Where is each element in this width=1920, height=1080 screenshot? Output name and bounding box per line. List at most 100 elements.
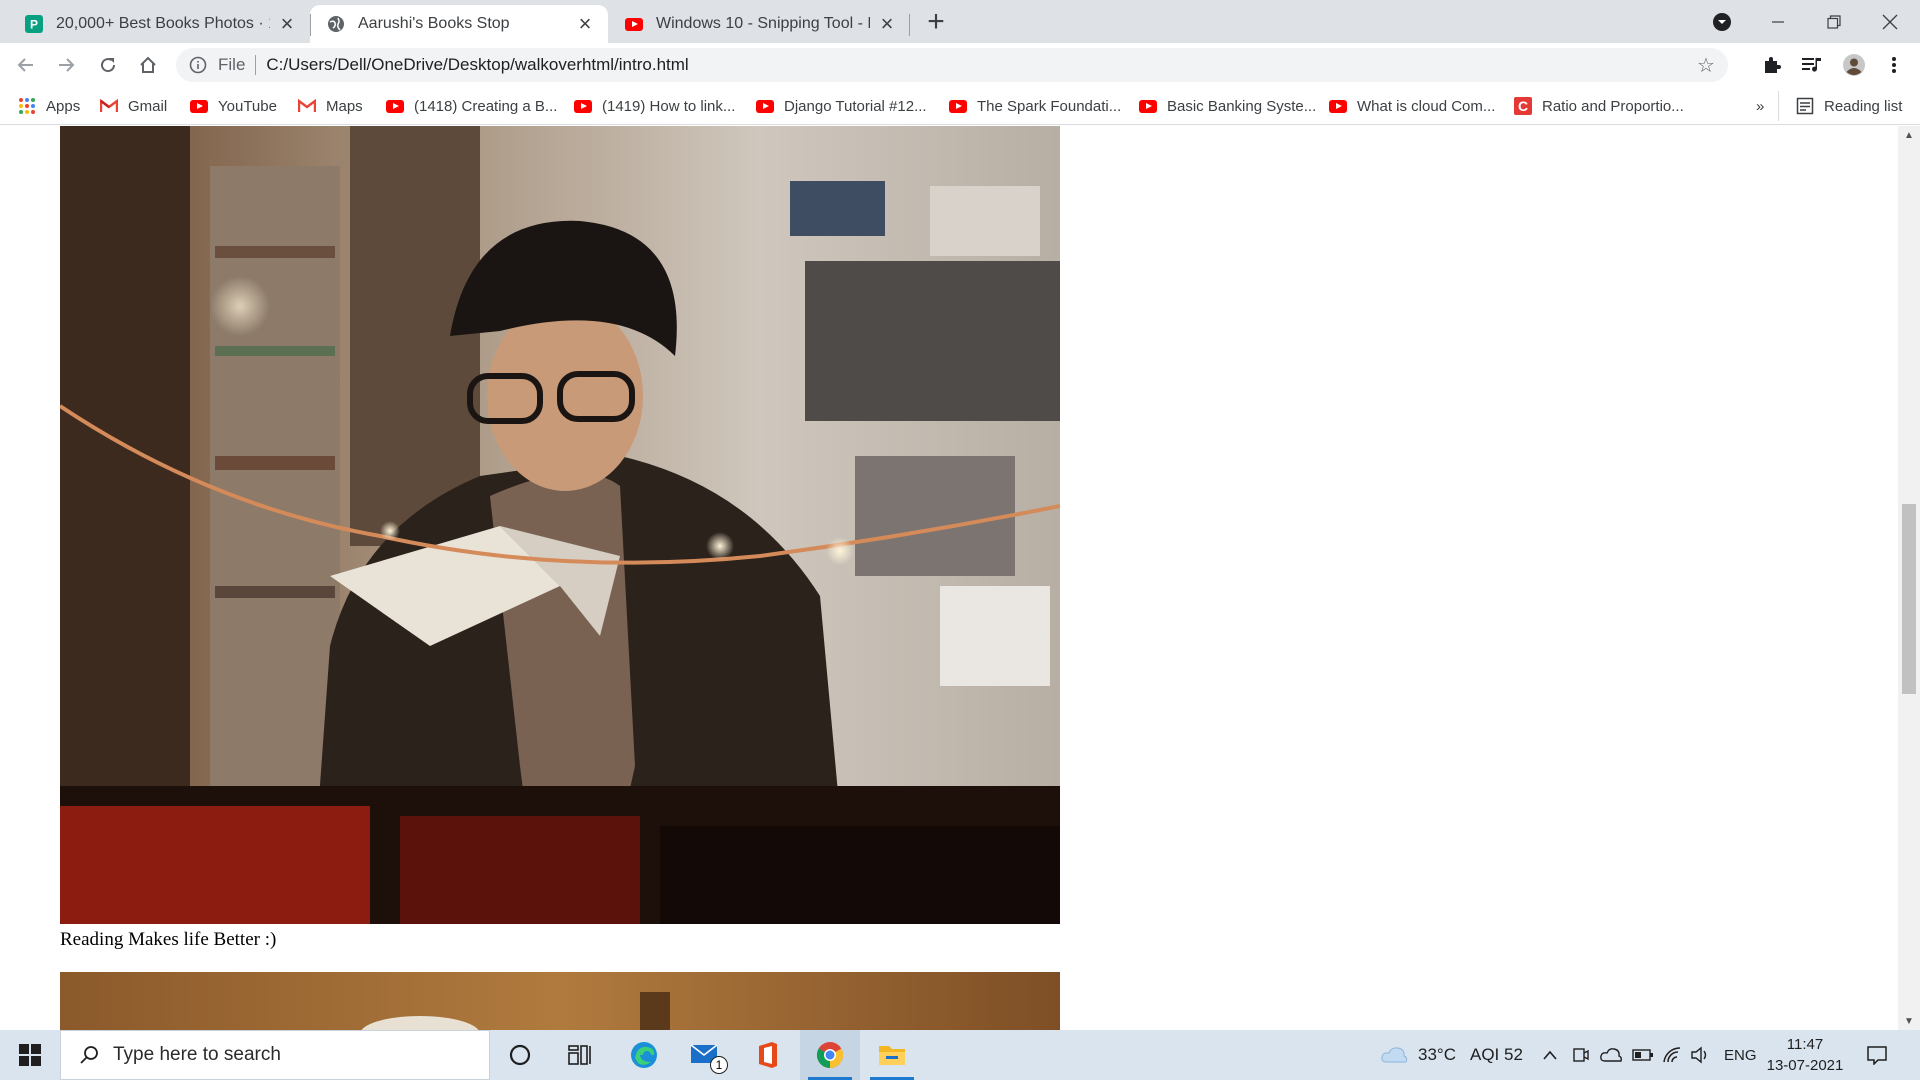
windows-taskbar: Type here to search 1 33°C AQI 52 ENG 11… [0, 1030, 1920, 1080]
bookmark-label: (1419) How to link... [602, 97, 736, 115]
language-indicator[interactable]: ENG [1724, 1030, 1757, 1080]
bookmark-gmail[interactable]: Gmail [100, 94, 167, 118]
close-tab-icon[interactable]: × [574, 11, 596, 36]
close-tab-icon[interactable]: × [876, 11, 898, 36]
air-quality: AQI 52 [1469, 1045, 1523, 1064]
reload-icon [101, 58, 116, 73]
bookmarks-bar: Apps Gmail YouTube Maps (1418) Creating … [0, 87, 1920, 125]
office-button[interactable] [738, 1030, 798, 1080]
onedrive-icon[interactable] [1600, 1030, 1622, 1080]
youtube-icon [624, 14, 644, 34]
home-button[interactable] [132, 49, 164, 81]
page-scrollbar[interactable]: ▲ ▼ [1898, 126, 1920, 1030]
cortana-circle-icon [509, 1044, 531, 1066]
battery-icon[interactable] [1632, 1030, 1654, 1080]
scroll-down-arrow-icon[interactable]: ▼ [1898, 1012, 1920, 1030]
scroll-up-arrow-icon[interactable]: ▲ [1898, 126, 1920, 144]
c-logo-icon: C [1514, 97, 1532, 115]
reload-button[interactable] [92, 49, 124, 81]
minimize-icon [1772, 20, 1784, 23]
show-hidden-icons-button[interactable] [1542, 1030, 1558, 1080]
file-explorer-button[interactable] [862, 1030, 922, 1080]
menu-button[interactable] [1878, 49, 1910, 81]
scroll-thumb[interactable] [1902, 504, 1916, 694]
bookmark-spark-foundation[interactable]: The Spark Foundati... [949, 94, 1121, 118]
url-text[interactable]: C:/Users/Dell/OneDrive/Desktop/walkoverh… [266, 55, 688, 75]
bookmark-star-icon[interactable]: ☆ [1696, 55, 1716, 77]
globe-icon [326, 14, 346, 34]
maps-icon [298, 97, 316, 115]
arrow-right-icon [59, 58, 75, 72]
tab-search-button[interactable] [1694, 0, 1750, 43]
minimize-button[interactable] [1750, 0, 1806, 43]
notifications-button[interactable] [1866, 1030, 1888, 1080]
tab-pexels[interactable]: P 20,000+ Best Books Photos · 100 × [8, 5, 310, 43]
forward-button[interactable] [50, 49, 82, 81]
youtube-icon [574, 97, 592, 115]
bookmark-youtube[interactable]: YouTube [190, 94, 277, 118]
tab-aarushis-books-stop[interactable]: Aarushi's Books Stop × [310, 5, 608, 43]
chrome-button[interactable] [800, 1030, 860, 1080]
task-view-icon [568, 1045, 591, 1065]
bookmark-how-to-link[interactable]: (1419) How to link... [574, 94, 735, 118]
browser-toolbar: File C:/Users/Dell/OneDrive/Desktop/walk… [0, 43, 1920, 87]
youtube-icon [1329, 97, 1347, 115]
close-window-button[interactable] [1862, 0, 1918, 43]
new-tab-button[interactable]: + [920, 5, 952, 38]
info-icon[interactable] [188, 55, 208, 75]
bookmark-label: Gmail [128, 97, 168, 115]
youtube-icon [1139, 97, 1157, 115]
edge-icon [631, 1042, 657, 1068]
tab-strip: P 20,000+ Best Books Photos · 100 × Aaru… [0, 0, 1920, 43]
restore-button[interactable] [1806, 0, 1862, 43]
volume-icon[interactable] [1690, 1030, 1710, 1080]
more-bookmarks-button[interactable]: » [1756, 94, 1764, 118]
gmail-icon [100, 97, 118, 115]
puzzle-icon [1765, 57, 1781, 73]
bookmark-ratio-proportion[interactable]: C Ratio and Proportio... [1514, 94, 1684, 118]
close-tab-icon[interactable]: × [276, 11, 298, 36]
address-bar[interactable]: File C:/Users/Dell/OneDrive/Desktop/walk… [176, 48, 1728, 82]
task-view-button[interactable] [550, 1030, 610, 1080]
youtube-icon [949, 97, 967, 115]
avatar-icon [1843, 54, 1865, 76]
url-scheme-label: File [218, 55, 246, 74]
back-button[interactable] [10, 49, 42, 81]
reading-list-button[interactable]: Reading list [1796, 94, 1902, 118]
tab-snipping-tool[interactable]: Windows 10 - Snipping Tool - Ho × [608, 5, 910, 43]
more-vertical-icon [1892, 57, 1896, 73]
start-button[interactable] [0, 1030, 60, 1080]
svg-text:P: P [30, 18, 38, 32]
bookmark-apps[interactable]: Apps [18, 94, 80, 118]
bookmark-creating[interactable]: (1418) Creating a B... [386, 94, 557, 118]
bookmark-maps[interactable]: Maps [298, 94, 363, 118]
second-photo [60, 972, 1060, 1030]
mail-button[interactable]: 1 [676, 1030, 736, 1080]
bookmark-basic-banking[interactable]: Basic Banking Syste... [1139, 94, 1316, 118]
tab-divider [909, 14, 910, 36]
cortana-button[interactable] [490, 1030, 550, 1080]
tab-title: Windows 10 - Snipping Tool - Ho [656, 15, 870, 32]
reading-man-photo [60, 126, 1060, 924]
wifi-icon[interactable] [1662, 1030, 1682, 1080]
profile-button[interactable] [1838, 49, 1870, 81]
tab-divider [310, 14, 311, 36]
extensions-button[interactable] [1756, 49, 1788, 81]
taskbar-clock[interactable]: 11:47 13-07-2021 [1760, 1034, 1850, 1076]
media-control-button[interactable] [1796, 49, 1828, 81]
bookmark-label: Ratio and Proportio... [1542, 97, 1684, 115]
meet-now-icon[interactable] [1572, 1030, 1590, 1080]
bookmark-django-tutorial[interactable]: Django Tutorial #12... [756, 94, 927, 118]
weather-widget[interactable]: 33°C AQI 52 [1380, 1030, 1523, 1080]
chrome-icon [816, 1042, 844, 1069]
windows-logo-icon [19, 1044, 41, 1066]
bookmark-cloud-computing[interactable]: What is cloud Com... [1329, 94, 1495, 118]
close-icon [1882, 14, 1898, 29]
youtube-icon [190, 97, 208, 115]
taskbar-search-box[interactable]: Type here to search [60, 1030, 490, 1080]
svg-text:C: C [1518, 98, 1528, 114]
photo-caption: Reading Makes life Better :) [60, 929, 277, 950]
edge-button[interactable] [614, 1030, 674, 1080]
clock-date: 13-07-2021 [1766, 1057, 1844, 1074]
chevron-down-icon [1713, 12, 1731, 31]
